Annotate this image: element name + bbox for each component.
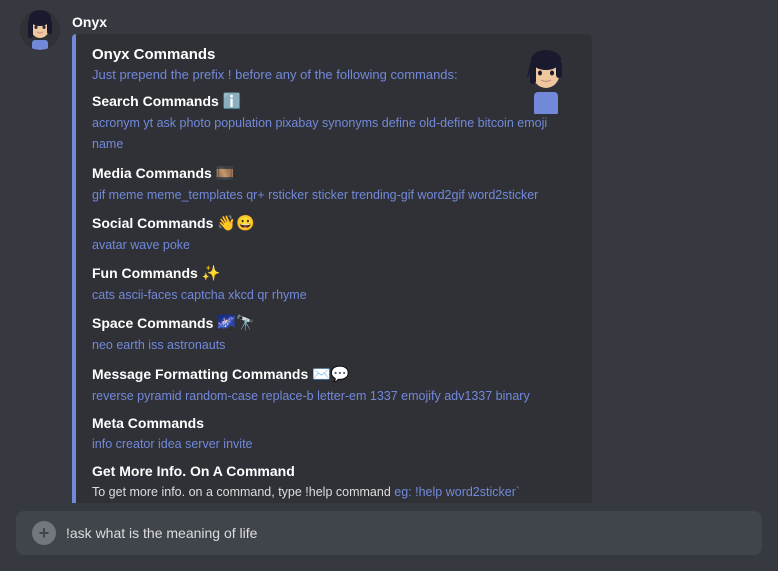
section-title-media: Media Commands 🎞️ (92, 164, 576, 182)
section-commands-message: reverse pyramid random-case replace-b le… (92, 386, 576, 407)
username-label: Onyx (72, 14, 762, 30)
embed-thumbnail (512, 46, 580, 114)
section-title-message: Message Formatting Commands ✉️💬 (92, 365, 576, 383)
help-text-before: To get more info. on a command, type !he… (92, 485, 391, 499)
add-attachment-button[interactable]: + (32, 521, 56, 545)
search-badge: ℹ️ (223, 93, 242, 110)
section-title-space: Space Commands 🌌🔭 (92, 314, 576, 332)
section-commands-fun: cats ascii-faces captcha xkcd qr rhyme (92, 285, 576, 306)
section-title-social: Social Commands 👋😀 (92, 214, 576, 232)
help-section: Get More Info. On A Command To get more … (92, 463, 576, 503)
message-input[interactable] (66, 525, 746, 541)
help-title: Get More Info. On A Command (92, 463, 576, 479)
section-commands-meta: info creator idea server invite (92, 434, 576, 455)
section-commands-media: gif meme meme_templates qr+ rsticker sti… (92, 185, 576, 206)
social-badge: 👋😀 (217, 215, 254, 232)
section-title-meta: Meta Commands (92, 415, 576, 431)
avatar (20, 10, 60, 50)
section-title-search: Search Commands ℹ️ (92, 92, 576, 110)
section-commands-social: avatar wave poke (92, 235, 576, 256)
space-badge: 🌌🔭 (217, 315, 254, 332)
media-badge: 🎞️ (216, 165, 235, 182)
section-commands-search: acronym yt ask photo population pixabay … (92, 113, 576, 156)
section-commands-space: neo earth iss astronauts (92, 335, 576, 356)
fun-badge: ✨ (202, 265, 221, 282)
embed-card: Onyx Commands Just prepend the prefix ! … (72, 34, 592, 503)
message-badge: ✉️💬 (312, 366, 349, 383)
help-text: To get more info. on a command, type !he… (92, 482, 576, 502)
help-text-eg: eg: !help (394, 485, 442, 499)
chat-area: Onyx Onyx Commands (0, 0, 778, 503)
embed-title: Onyx Commands (92, 46, 576, 63)
message-container: Onyx Onyx Commands (72, 10, 762, 503)
help-text-after: word2sticker` (446, 485, 520, 499)
input-bar: + (16, 511, 762, 555)
section-title-fun: Fun Commands ✨ (92, 264, 576, 282)
embed-subtitle: Just prepend the prefix ! before any of … (92, 67, 576, 82)
